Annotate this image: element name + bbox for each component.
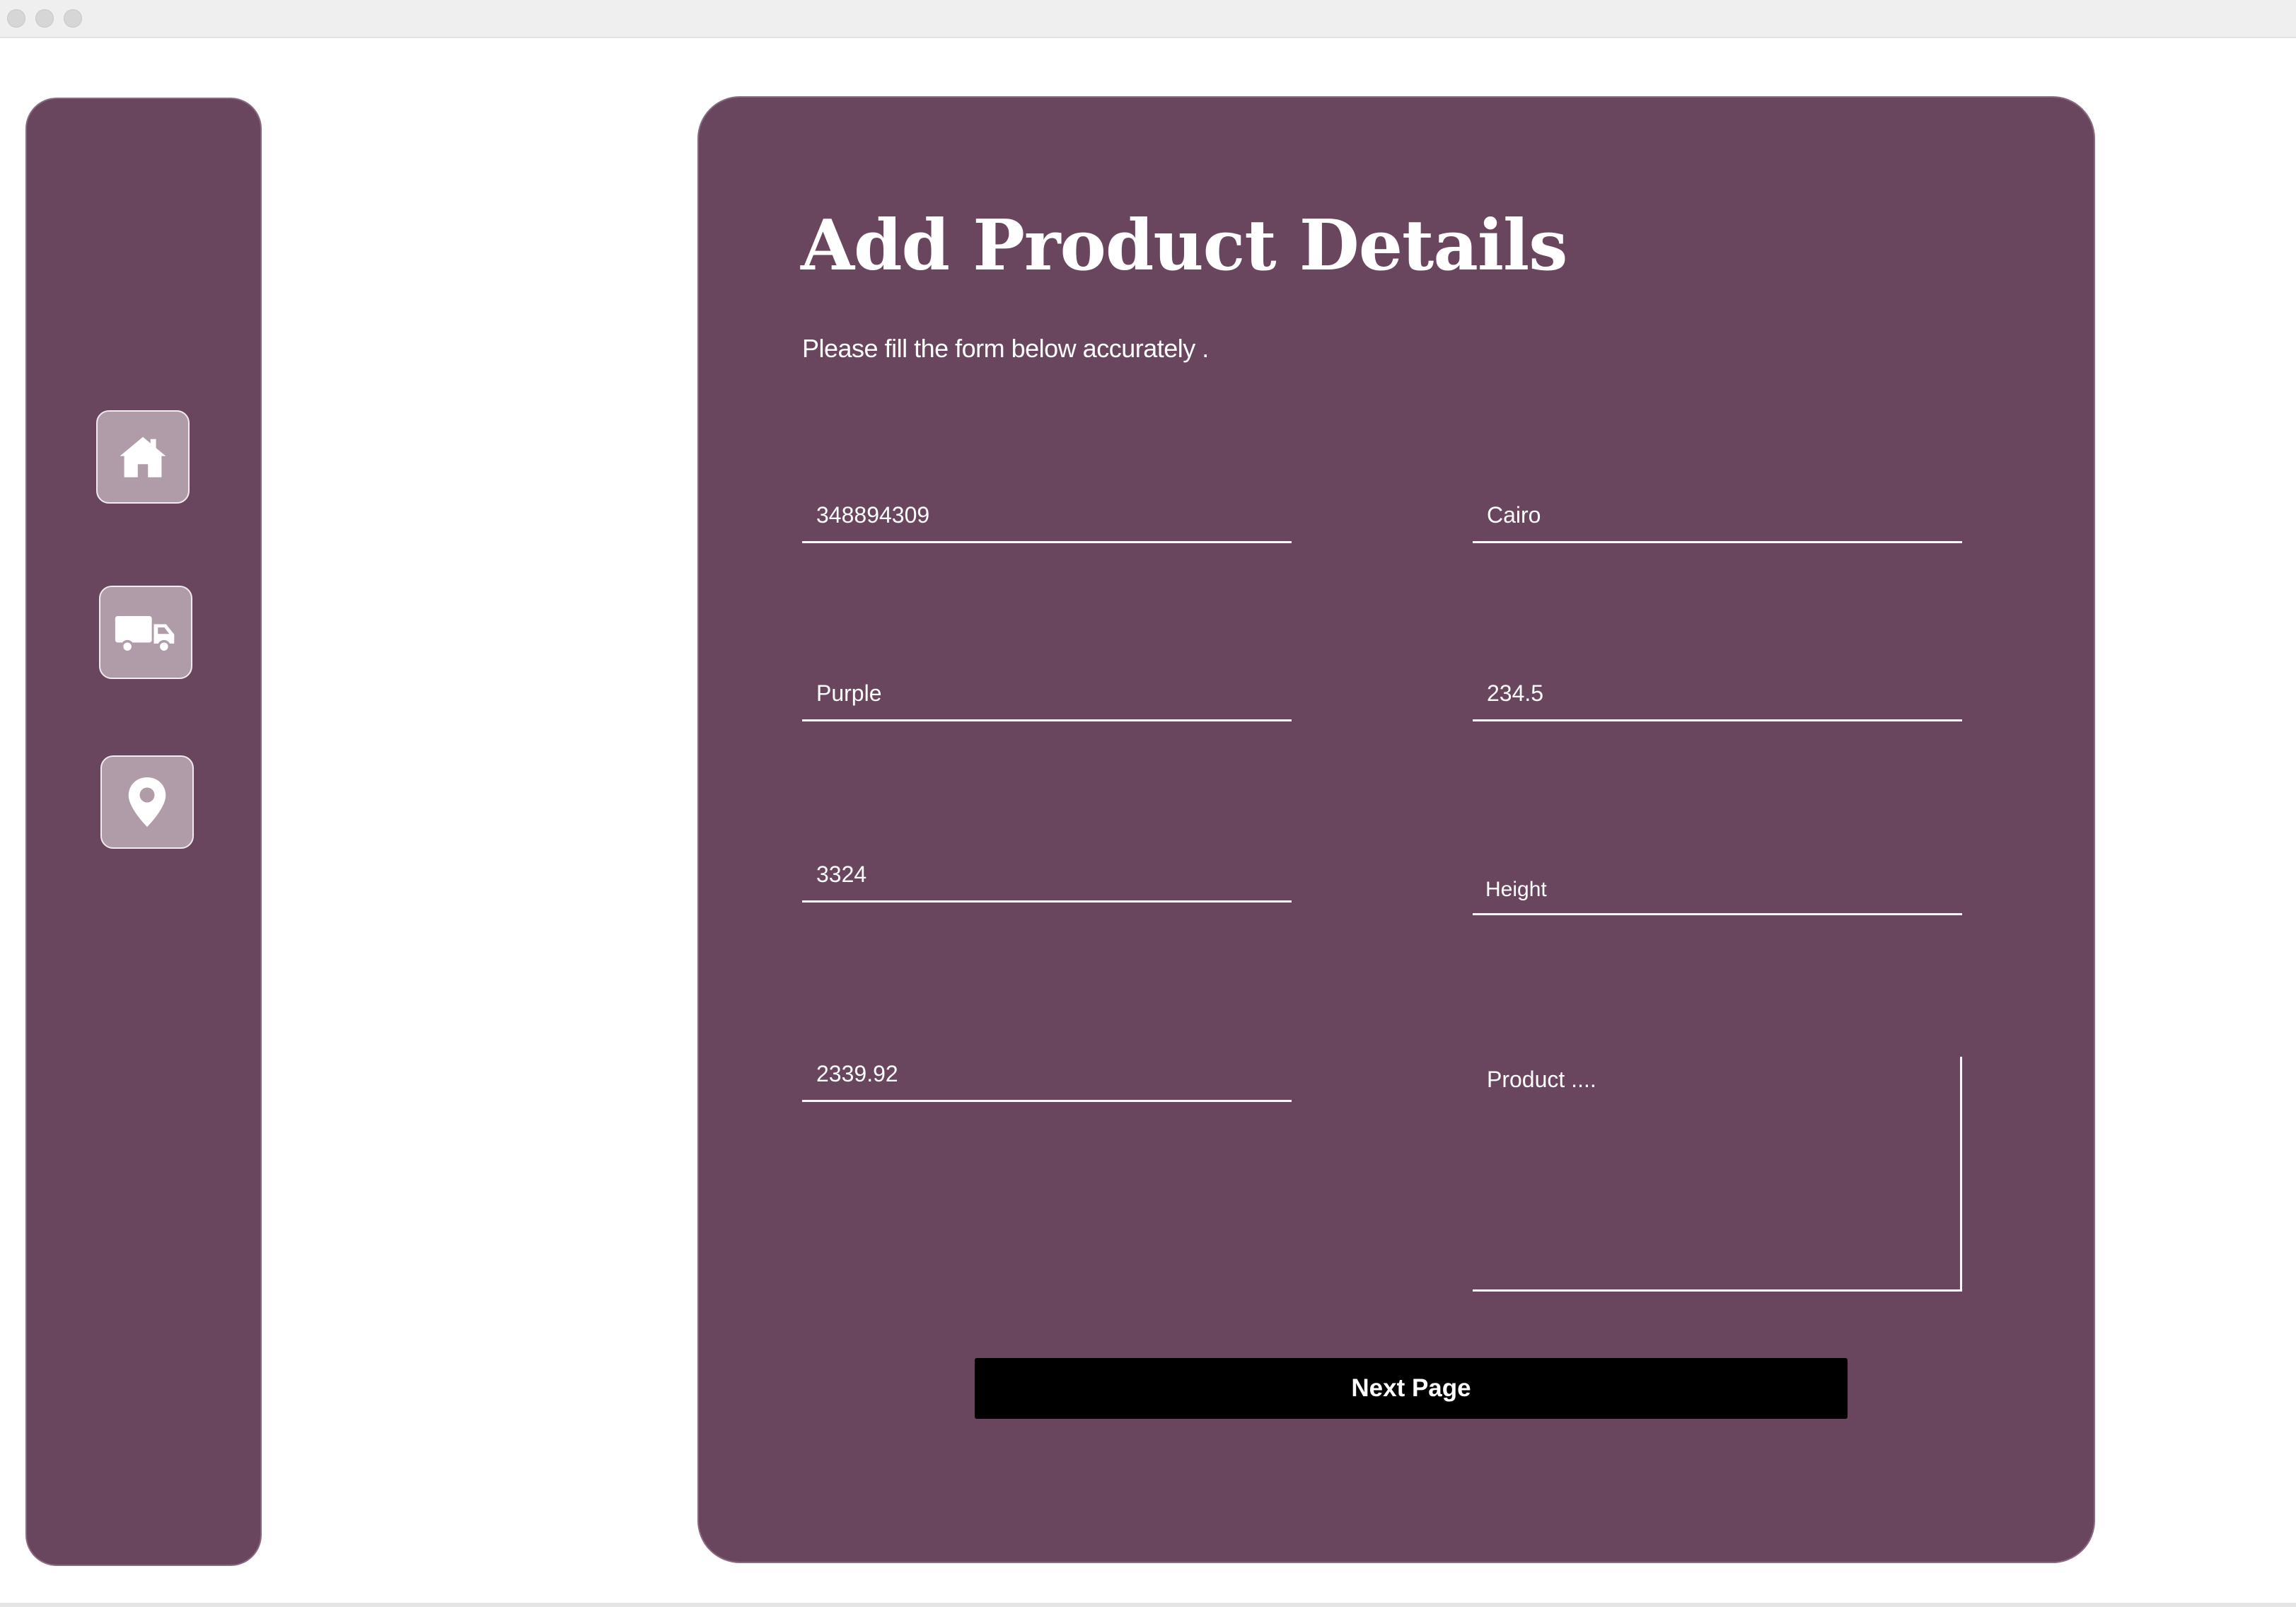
product-id-input[interactable] xyxy=(816,502,1269,528)
description-textarea[interactable] xyxy=(1487,1067,1940,1272)
height-input[interactable] xyxy=(1485,878,1938,902)
next-page-button[interactable]: Next Page xyxy=(975,1358,1848,1419)
page-title: Add Product Details xyxy=(801,205,1567,286)
description-field xyxy=(1473,1057,1962,1292)
truck-icon xyxy=(113,607,178,658)
weight-input[interactable] xyxy=(1487,680,1940,707)
weight-field xyxy=(1473,671,1962,721)
window-bottom-edge xyxy=(0,1603,2296,1607)
product-id-field xyxy=(802,492,1292,543)
map-pin-icon xyxy=(126,775,168,829)
home-icon xyxy=(117,431,168,482)
city-field xyxy=(1473,492,1962,543)
window-zoom-button[interactable] xyxy=(64,9,82,28)
sidebar xyxy=(25,98,262,1566)
sidebar-item-location[interactable] xyxy=(100,755,194,849)
sidebar-item-delivery[interactable] xyxy=(99,586,192,679)
price-field xyxy=(802,1051,1292,1102)
quantity-input[interactable] xyxy=(816,861,1269,888)
page-subtitle: Please fill the form below accurately . xyxy=(802,334,1209,363)
height-field xyxy=(1473,864,1962,915)
quantity-field xyxy=(802,852,1292,903)
window-close-button[interactable] xyxy=(7,9,25,28)
window-titlebar xyxy=(0,0,2296,38)
form-card xyxy=(697,96,2095,1563)
color-input[interactable] xyxy=(816,680,1269,707)
city-input[interactable] xyxy=(1487,502,1940,528)
price-input[interactable] xyxy=(816,1061,1269,1087)
color-field xyxy=(802,671,1292,721)
window-minimize-button[interactable] xyxy=(35,9,54,28)
sidebar-item-home[interactable] xyxy=(96,410,190,504)
